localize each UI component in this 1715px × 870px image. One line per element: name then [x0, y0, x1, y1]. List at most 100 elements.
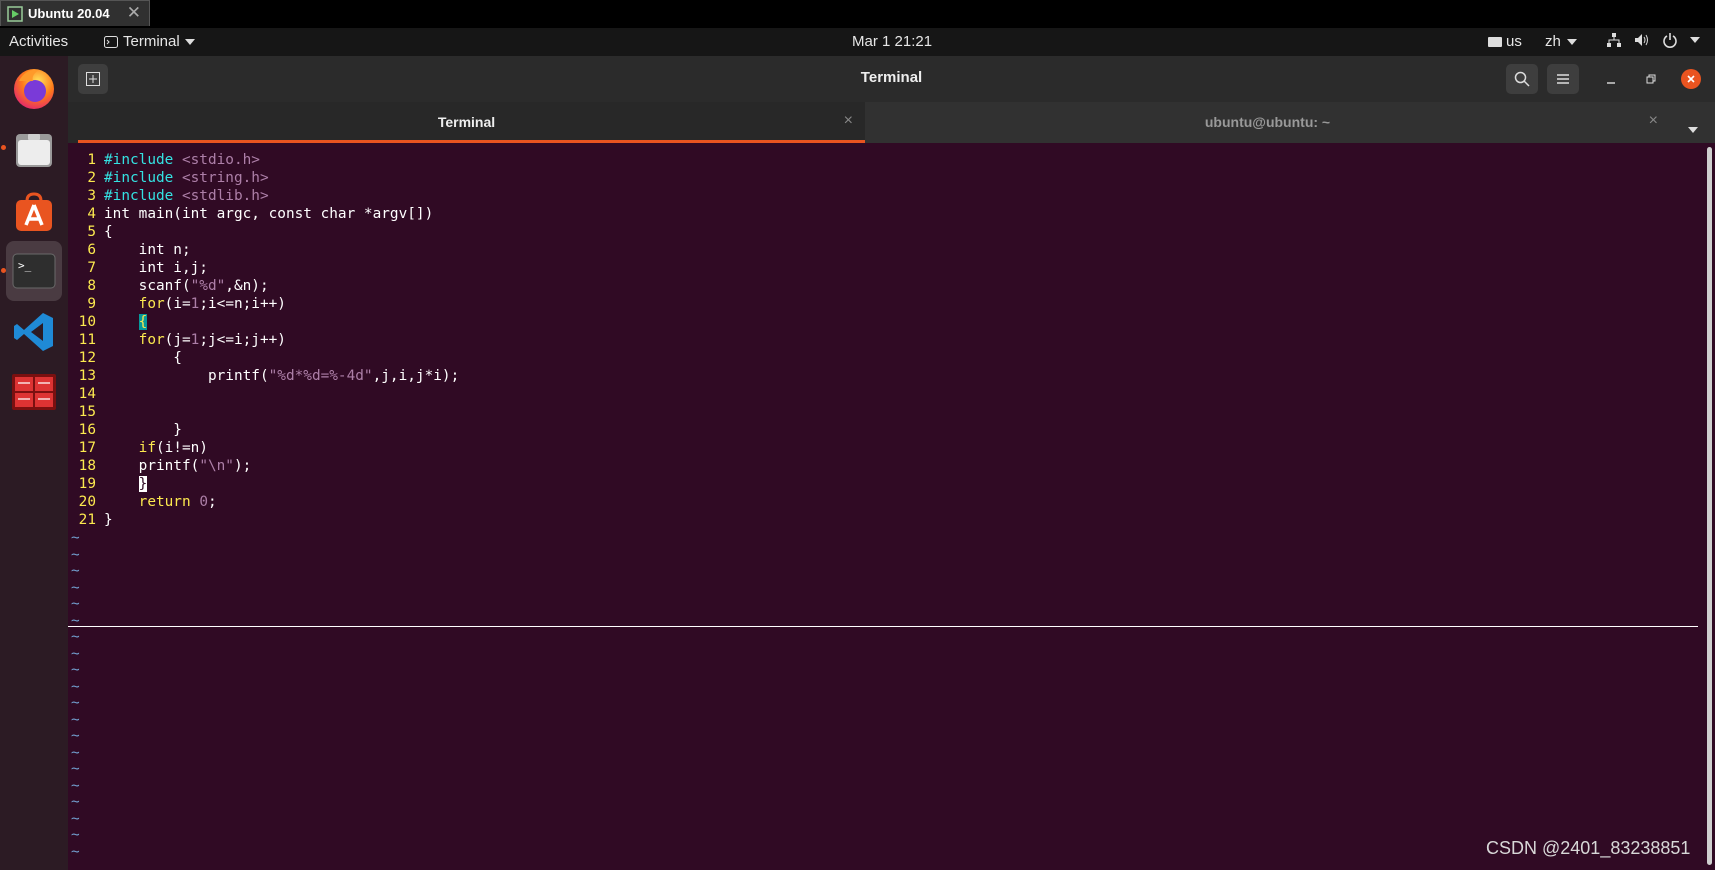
empty-line-marker: ~ — [71, 678, 80, 695]
code-line: 18 printf("\n"); — [68, 457, 252, 475]
code-text: } — [104, 422, 182, 438]
tab-close-icon[interactable]: × — [1649, 112, 1658, 130]
code-text: #include <string.h> — [104, 170, 269, 186]
files-icon — [16, 134, 52, 167]
tab-terminal[interactable]: Terminal × — [68, 102, 865, 143]
vm-tab[interactable]: Ubuntu 20.04 ✕ — [0, 0, 150, 26]
window-title: Terminal — [860, 69, 923, 86]
firefox-icon — [14, 69, 54, 109]
code-line: 16 } — [68, 421, 182, 439]
empty-line-marker: ~ — [71, 728, 80, 744]
code-line: 3 #include <stdlib.h> — [68, 187, 269, 205]
running-indicator — [1, 268, 6, 273]
dock-item-vscode[interactable] — [6, 304, 62, 360]
vscode-icon — [14, 313, 53, 351]
tab-ubuntu-home[interactable]: ubuntu@ubuntu: ~ × — [865, 102, 1670, 143]
code-line: 19 } — [68, 475, 148, 493]
dock-item-software[interactable] — [6, 184, 62, 240]
line-number: 16 — [78, 422, 96, 438]
line-number: 21 — [78, 512, 96, 528]
code-text: { — [138, 314, 148, 330]
line-number: 4 — [87, 206, 96, 222]
close-icon — [1687, 75, 1695, 83]
app-menu[interactable]: Terminal — [104, 33, 195, 50]
line-number: 7 — [87, 260, 96, 276]
line-number: 9 — [87, 296, 96, 312]
clock[interactable]: Mar 1 21:21 — [852, 33, 932, 50]
scrollbar-thumb[interactable] — [1707, 147, 1712, 865]
tabs-menu-button[interactable] — [1688, 120, 1698, 138]
search-button[interactable] — [1506, 64, 1538, 94]
code-text: { — [104, 224, 113, 240]
line-number: 6 — [87, 242, 96, 258]
line-number: 17 — [78, 440, 96, 456]
tab-label: Terminal — [437, 114, 496, 130]
remote-desktop-icon — [12, 374, 56, 410]
dock-item-firefox[interactable] — [6, 60, 62, 116]
volume-icon — [1635, 34, 1648, 46]
input-method-indicator[interactable]: zh — [1545, 33, 1577, 50]
code-text: scanf("%d",&n); — [104, 278, 269, 294]
line-number: 20 — [78, 494, 96, 510]
chevron-down-icon — [184, 38, 195, 45]
code-text: for(j=1;j<=i;j++) — [104, 332, 286, 348]
code-text: } — [138, 476, 148, 492]
code-text: #include <stdio.h> — [104, 152, 260, 168]
line-number: 10 — [78, 314, 96, 330]
code-text: for(i=1;i<=n;i++) — [104, 296, 286, 312]
line-number: 19 — [78, 476, 96, 492]
code-line: 17 if(i!=n) — [68, 439, 208, 457]
code-line: 20 return 0; — [68, 493, 217, 511]
code-text: printf("\n"); — [104, 458, 252, 474]
terminal-icon: >_ — [12, 253, 56, 289]
code-line: 5{ — [68, 223, 113, 241]
dock-item-files[interactable] — [6, 122, 62, 178]
activities-button[interactable]: Activities — [9, 33, 68, 50]
dock-item-terminal[interactable]: >_ — [6, 241, 62, 301]
code-line: 6 int n; — [68, 241, 191, 259]
chevron-down-icon — [1566, 38, 1577, 45]
code-line: 12 { — [68, 349, 182, 367]
line-number: 8 — [87, 278, 96, 294]
top-panel: Activities Terminal Mar 1 21:21 us zh — [0, 28, 1715, 56]
hamburger-menu-button[interactable] — [1547, 64, 1579, 94]
vm-icon — [7, 5, 23, 22]
code-line: 8 scanf("%d",&n); — [68, 277, 269, 295]
watermark: CSDN @2401_83238851 — [1486, 838, 1691, 858]
system-menu[interactable] — [1606, 32, 1700, 48]
tab-label: ubuntu@ubuntu: ~ — [1204, 114, 1331, 130]
close-icon[interactable]: ✕ — [127, 3, 141, 23]
line-number: 11 — [78, 332, 96, 348]
keyboard-indicator[interactable]: us — [1488, 33, 1522, 50]
tab-close-icon[interactable]: × — [844, 112, 853, 130]
code-text: { — [104, 350, 182, 366]
code-line: 13 printf("%d*%d=%-4d",j,i,j*i); — [68, 367, 460, 385]
code-text: #include <stdlib.h> — [104, 188, 269, 204]
code-line: 7 int i,j; — [68, 259, 208, 277]
code-text: int n; — [104, 242, 191, 258]
empty-line-marker: ~ — [71, 546, 80, 563]
code-text: printf("%d*%d=%-4d",j,i,j*i); — [104, 368, 460, 384]
cursor-line — [68, 626, 1698, 627]
minimize-button[interactable] — [1600, 68, 1622, 90]
code-line: 9 for(i=1;i<=n;i++) — [68, 295, 286, 313]
empty-line-marker: ~ — [71, 827, 80, 843]
restore-button[interactable] — [1640, 68, 1662, 90]
empty-line-marker: ~ — [71, 744, 80, 761]
vm-titlebar: Ubuntu 20.04 ✕ — [0, 0, 1715, 28]
code-text: } — [104, 512, 113, 528]
power-icon — [1663, 33, 1677, 48]
window-headerbar: Terminal — [68, 56, 1715, 102]
scrollbar[interactable] — [1705, 143, 1715, 870]
close-window-button[interactable] — [1681, 69, 1701, 89]
dock-item-remote-desktop[interactable] — [6, 364, 62, 420]
tab-bar: Terminal × ubuntu@ubuntu: ~ × — [68, 102, 1715, 143]
terminal-small-icon — [104, 35, 118, 48]
line-number: 14 — [78, 386, 96, 402]
software-center-icon — [16, 192, 52, 231]
code-line: 4 int main(int argc, const char *argv[]) — [68, 205, 433, 223]
dock: >_ — [0, 56, 68, 870]
terminal-content[interactable]: 1 #include <stdio.h> 2 #include <string.h> 3… — [68, 143, 1705, 870]
empty-line-marker: ~ — [71, 794, 80, 810]
empty-line-marker: ~ — [71, 563, 80, 579]
